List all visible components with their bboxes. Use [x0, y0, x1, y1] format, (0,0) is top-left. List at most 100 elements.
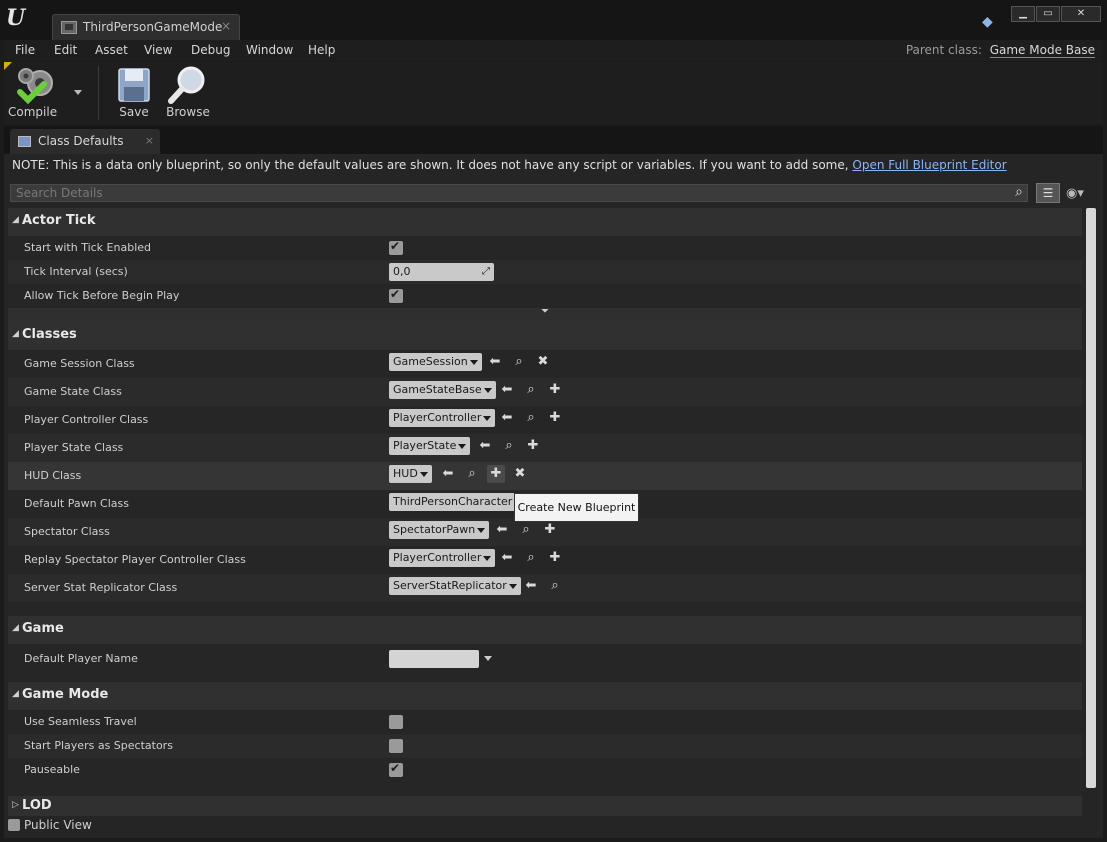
game-session-class-combo[interactable]: GameSession	[389, 353, 482, 371]
browse-search-icon[interactable]: ⌕	[463, 465, 481, 483]
property-label: Replay Spectator Player Controller Class	[24, 553, 246, 566]
row-tick-interval: Tick Interval (secs) 0,0 ⤢	[8, 260, 1082, 284]
player-controller-class-combo[interactable]: PlayerController	[389, 409, 496, 427]
use-selected-arrow-icon[interactable]: ⬅	[498, 381, 516, 399]
tick-interval-input[interactable]: 0,0 ⤢	[389, 263, 494, 281]
row-default-player-name: Default Player Name	[8, 644, 1082, 674]
server-stat-replicator-combo[interactable]: ServerStatReplicator	[389, 577, 521, 595]
add-plus-icon[interactable]: ✚	[546, 409, 564, 427]
start-as-spectators-checkbox[interactable]	[389, 739, 403, 753]
search-icon: ⌕	[1015, 184, 1023, 200]
compile-button[interactable]: Compile	[8, 62, 68, 124]
use-selected-arrow-icon[interactable]: ⬅	[476, 437, 494, 455]
document-tab-close-icon[interactable]: ×	[221, 19, 231, 33]
property-label: Server Stat Replicator Class	[24, 581, 178, 594]
add-plus-icon[interactable]: ✚	[524, 437, 542, 455]
use-selected-arrow-icon[interactable]: ⬅	[498, 549, 516, 567]
save-button[interactable]: Save	[112, 62, 156, 124]
pauseable-checkbox[interactable]	[389, 761, 403, 777]
property-label: Spectator Class	[24, 525, 110, 538]
clear-x-icon[interactable]: ✖	[534, 353, 552, 371]
row-allow-tick-before-begin-play: Allow Tick Before Begin Play	[8, 284, 1082, 308]
maximize-button[interactable]: ▭	[1036, 6, 1060, 22]
browse-search-icon[interactable]: ⌕	[517, 521, 535, 539]
category-classes[interactable]: ◢ Classes	[8, 322, 1082, 350]
menu-debug[interactable]: Debug	[191, 43, 230, 57]
menu-view[interactable]: View	[144, 43, 172, 57]
menu-edit[interactable]: Edit	[54, 43, 77, 57]
default-pawn-class-combo[interactable]: ThirdPersonCharacter	[389, 493, 527, 511]
menu-help[interactable]: Help	[308, 43, 335, 57]
search-details-input[interactable]: Search Details ⌕	[10, 184, 1028, 202]
start-with-tick-checkbox[interactable]	[389, 239, 403, 255]
category-game[interactable]: ◢ Game	[8, 616, 1082, 644]
browse-search-icon[interactable]: ⌕	[546, 577, 564, 595]
category-lod[interactable]: ▷ LOD	[8, 796, 1082, 816]
use-selected-arrow-icon[interactable]: ⬅	[522, 577, 540, 595]
tab-close-icon[interactable]: ×	[145, 134, 154, 147]
browse-search-icon[interactable]: ⌕	[500, 437, 518, 455]
toolbar-separator	[98, 66, 99, 120]
browse-search-icon[interactable]: ⌕	[522, 409, 540, 427]
menu-asset[interactable]: Asset	[95, 43, 128, 57]
row-game-state-class: Game State Class GameStateBase ⬅ ⌕ ✚	[8, 378, 1082, 406]
details-scrollbar[interactable]	[1086, 208, 1096, 788]
add-plus-icon[interactable]: ✚	[546, 381, 564, 399]
view-options-eye-icon[interactable]: ◉▾	[1066, 186, 1084, 201]
row-spacer	[8, 602, 1082, 616]
public-view-toggle[interactable]: Public View	[8, 818, 92, 832]
hud-class-combo[interactable]: HUD	[389, 465, 432, 483]
row-spacer	[8, 782, 1082, 796]
use-selected-arrow-icon[interactable]: ⬅	[493, 521, 511, 539]
drag-handle-icon[interactable]: ⤢	[482, 263, 490, 281]
menu-file[interactable]: File	[15, 43, 35, 57]
document-tab[interactable]: ThirdPersonGameMode ×	[52, 14, 240, 40]
player-state-class-combo[interactable]: PlayerState	[389, 437, 471, 455]
tab-class-defaults[interactable]: Class Defaults ×	[10, 129, 160, 154]
row-spacer	[8, 674, 1082, 682]
use-selected-arrow-icon[interactable]: ⬅	[486, 353, 504, 371]
property-label: Player Controller Class	[24, 413, 149, 426]
parent-class-link[interactable]: Game Mode Base	[989, 43, 1095, 58]
save-label: Save	[119, 105, 149, 119]
property-matrix-icon[interactable]: ☰	[1036, 183, 1060, 203]
allow-tick-checkbox[interactable]	[389, 287, 403, 303]
use-seamless-travel-checkbox[interactable]	[389, 715, 403, 729]
player-name-dropdown-chevron-icon[interactable]	[484, 656, 492, 661]
browse-search-icon[interactable]: ⌕	[522, 381, 540, 399]
category-actor-tick[interactable]: ◢ Actor Tick	[8, 208, 1082, 236]
category-label: Actor Tick	[22, 213, 96, 228]
add-plus-icon[interactable]: ✚	[541, 521, 559, 539]
compile-options-chevron-icon[interactable]	[74, 90, 82, 95]
property-label: Start with Tick Enabled	[24, 241, 152, 254]
category-game-mode[interactable]: ◢ Game Mode	[8, 682, 1082, 710]
browse-magnifier-icon	[168, 66, 205, 104]
use-selected-arrow-icon[interactable]: ⬅	[439, 465, 457, 483]
compile-label: Compile	[8, 105, 58, 119]
create-new-blueprint-tooltip: Create New Blueprint	[514, 493, 639, 522]
browse-search-icon[interactable]: ⌕	[510, 353, 528, 371]
menu-window[interactable]: Window	[246, 43, 293, 57]
replay-spectator-controller-combo[interactable]: PlayerController	[389, 549, 496, 567]
browse-label: Browse	[166, 105, 210, 119]
advanced-expander[interactable]: ⏷	[8, 306, 1082, 322]
add-plus-icon[interactable]: ✚	[487, 465, 505, 483]
close-window-button[interactable]: ✕	[1061, 6, 1101, 22]
browse-button[interactable]: Browse	[162, 62, 214, 124]
add-plus-icon[interactable]: ✚	[546, 549, 564, 567]
property-label: Default Player Name	[24, 652, 138, 665]
property-label: Game Session Class	[24, 357, 135, 370]
minimize-button[interactable]: ▁	[1011, 6, 1035, 22]
public-view-checkbox[interactable]	[8, 819, 20, 831]
spectator-class-combo[interactable]: SpectatorPawn	[389, 521, 490, 539]
browse-search-icon[interactable]: ⌕	[522, 549, 540, 567]
row-player-state-class: Player State Class PlayerState ⬅ ⌕ ✚	[8, 434, 1082, 462]
open-full-blueprint-editor-link[interactable]: Open Full Blueprint Editor	[852, 158, 1006, 172]
row-use-seamless-travel: Use Seamless Travel	[8, 710, 1082, 734]
menu-bar: File Edit Asset View Debug Window Help P…	[4, 40, 1103, 61]
use-selected-arrow-icon[interactable]: ⬅	[498, 409, 516, 427]
clear-x-icon[interactable]: ✖	[511, 465, 529, 483]
learn-icon[interactable]: ◆	[982, 14, 993, 30]
game-state-class-combo[interactable]: GameStateBase	[389, 381, 496, 399]
default-player-name-input[interactable]	[389, 650, 479, 668]
